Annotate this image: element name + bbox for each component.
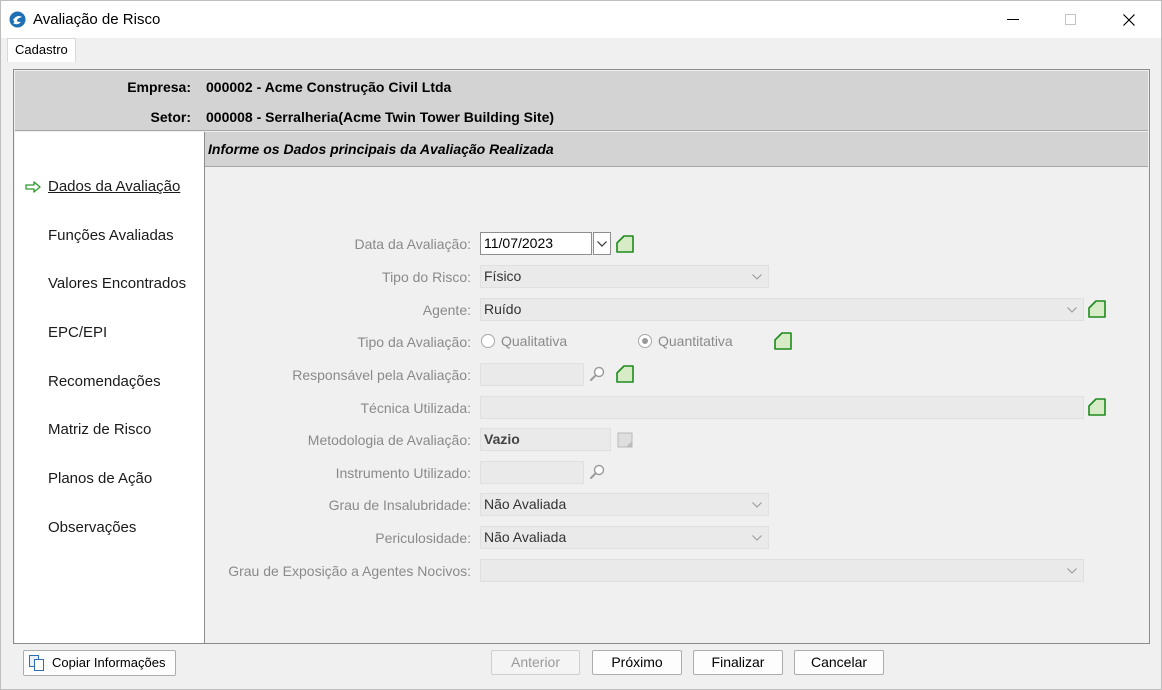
close-button[interactable] <box>1099 1 1159 38</box>
setor-label: Setor: <box>150 109 191 125</box>
metodologia-label: Metodologia de Avaliação: <box>307 432 471 448</box>
grau-exposicao-select[interactable] <box>480 559 1084 582</box>
arrow-right-icon <box>25 181 41 193</box>
setor-value: 000008 - Serralheria(Acme Twin Tower Bui… <box>206 109 555 125</box>
nav-item-label: Recomendações <box>48 373 161 390</box>
edit-icon[interactable] <box>615 364 635 384</box>
maximize-button[interactable] <box>1040 1 1100 38</box>
close-icon <box>1123 13 1135 26</box>
nav-item-label: Matriz de Risco <box>48 421 152 438</box>
periculosidade-select[interactable]: Não Avaliada <box>480 526 769 549</box>
nav-item-label: EPC/EPI <box>48 324 108 341</box>
minimize-button[interactable] <box>983 1 1043 38</box>
grau-insalubridade-label: Grau de Insalubridade: <box>328 497 471 513</box>
radio-label: Quantitativa <box>658 333 733 349</box>
data-avaliacao-input[interactable]: 11/07/2023 <box>480 232 592 255</box>
chevron-down-icon <box>750 266 764 287</box>
blank-document-icon[interactable] <box>615 430 635 450</box>
menu-tabstrip: Cadastro <box>1 38 1161 63</box>
instrumento-input[interactable] <box>480 461 584 484</box>
copy-icon <box>29 655 44 671</box>
periculosidade-value: Não Avaliada <box>484 529 567 545</box>
metodologia-input[interactable]: Vazio <box>480 428 611 451</box>
nav-item-label: Observações <box>48 519 137 536</box>
edit-icon[interactable] <box>1087 299 1107 319</box>
nav-item-label: Dados da Avaliação <box>48 178 181 195</box>
previous-button[interactable]: Anterior <box>491 650 580 675</box>
instrumento-label: Instrumento Utilizado: <box>335 465 471 481</box>
window: Avaliação de Risco Cadastro Empresa: 000… <box>0 0 1162 690</box>
tecnica-input[interactable] <box>480 396 1084 419</box>
edit-icon[interactable] <box>615 234 635 254</box>
next-button[interactable]: Próximo <box>592 650 682 675</box>
section-subtitle: Informe os Dados principais da Avaliação… <box>205 132 1148 167</box>
search-icon[interactable] <box>587 364 607 384</box>
edit-icon[interactable] <box>1087 397 1107 417</box>
tipo-risco-label: Tipo do Risco: <box>382 269 471 285</box>
empresa-label: Empresa: <box>127 79 191 95</box>
copy-info-label: Copiar Informações <box>52 655 166 670</box>
chevron-down-icon <box>750 527 764 548</box>
search-icon[interactable] <box>587 462 607 482</box>
copy-info-button[interactable]: Copiar Informações <box>23 650 176 676</box>
nav-item-label: Valores Encontrados <box>48 275 187 292</box>
nav-item-label: Funções Avaliadas <box>48 227 174 244</box>
agente-select[interactable]: Ruído <box>480 298 1084 321</box>
empresa-value: 000002 - Acme Construção Civil Ltda <box>206 79 452 95</box>
agente-value: Ruído <box>484 301 522 317</box>
radio-label: Qualitativa <box>501 333 568 349</box>
tab-cadastro[interactable]: Cadastro <box>7 38 76 62</box>
radio-quantitativa[interactable]: Quantitativa <box>638 332 733 350</box>
chevron-down-icon <box>750 494 764 515</box>
title-bar: Avaliação de Risco <box>1 1 1161 38</box>
context-header: Empresa: 000002 - Acme Construção Civil … <box>15 71 1148 131</box>
window-title: Avaliação de Risco <box>33 11 161 28</box>
responsavel-label: Responsável pela Avaliação: <box>292 367 471 383</box>
chevron-down-icon <box>1065 560 1079 581</box>
responsavel-input[interactable] <box>480 363 584 386</box>
form-content: Data da Avaliação: 11/07/2023 Tipo do Ri… <box>205 168 1148 643</box>
radio-circle <box>481 334 495 348</box>
radio-circle <box>638 334 652 348</box>
chevron-down-icon <box>597 240 607 247</box>
radio-qualitativa[interactable]: Qualitativa <box>481 332 567 350</box>
tipo-avaliacao-label: Tipo da Avaliação: <box>357 334 471 350</box>
grau-exposicao-label: Grau de Exposição a Agentes Nocivos: <box>228 563 471 579</box>
periculosidade-label: Periculosidade: <box>375 530 471 546</box>
data-avaliacao-label: Data da Avaliação: <box>354 236 472 252</box>
nav-item-dados-avaliacao[interactable]: Dados da Avaliação <box>15 172 203 202</box>
maximize-icon <box>1064 14 1076 25</box>
tipo-risco-select[interactable]: Físico <box>480 265 769 288</box>
app-logo-icon <box>9 11 26 28</box>
tipo-risco-value: Físico <box>484 268 522 284</box>
minimize-icon <box>1007 18 1019 20</box>
finish-button[interactable]: Finalizar <box>693 650 783 675</box>
grau-insalubridade-value: Não Avaliada <box>484 496 567 512</box>
tecnica-label: Técnica Utilizada: <box>360 400 472 416</box>
agente-label: Agente: <box>422 302 471 318</box>
edit-icon[interactable] <box>773 331 793 351</box>
date-dropdown-button[interactable] <box>593 232 611 255</box>
grau-insalubridade-select[interactable]: Não Avaliada <box>480 493 769 516</box>
main-frame: Empresa: 000002 - Acme Construção Civil … <box>13 69 1150 644</box>
nav-item-label: Planos de Ação <box>48 470 153 487</box>
chevron-down-icon <box>1065 299 1079 320</box>
cancel-button[interactable]: Cancelar <box>794 650 884 675</box>
